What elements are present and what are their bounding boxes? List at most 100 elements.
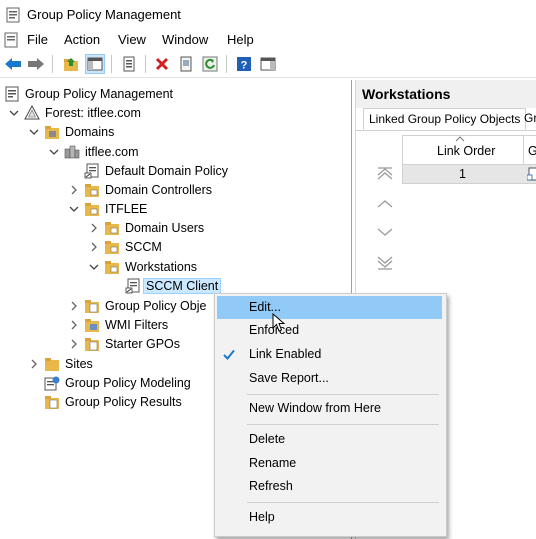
toolbar-separator: [145, 55, 146, 73]
column-header-link-order[interactable]: Link Order: [437, 144, 495, 158]
checkmark-icon: [223, 349, 235, 360]
ou-folder-icon: [105, 260, 119, 274]
tree-label: Domain Users: [125, 220, 205, 235]
menu-view[interactable]: View: [115, 31, 149, 48]
ou-folder-icon: [85, 202, 99, 216]
menu-item-delete[interactable]: Delete: [217, 428, 442, 451]
menu-item-enforced[interactable]: Enforced: [217, 319, 442, 342]
menu-file[interactable]: File: [24, 31, 51, 48]
move-up-icon[interactable]: [376, 196, 394, 212]
tree-item-sites[interactable]: Sites: [28, 354, 93, 373]
chevron-right-icon[interactable]: [68, 338, 80, 350]
tree-item-domains[interactable]: Domains: [28, 122, 114, 141]
show-hide-tree-icon: [87, 57, 103, 71]
menu-item-rename[interactable]: Rename: [217, 452, 442, 475]
link-order-cell: 1: [459, 167, 466, 181]
menu-item-label: Save Report...: [249, 371, 329, 385]
domain-icon: [64, 145, 80, 158]
toolbar-separator: [52, 55, 53, 73]
tree-item-sccm[interactable]: SCCM: [88, 237, 162, 256]
tree-label: Domain Controllers: [105, 182, 212, 197]
export-list-button[interactable]: [176, 54, 196, 74]
menu-item-refresh[interactable]: Refresh: [217, 475, 442, 498]
tree-label: Domains: [65, 124, 115, 139]
move-down-icon[interactable]: [376, 224, 394, 240]
help-button[interactable]: ?: [234, 54, 254, 74]
tree-item-wmi-filters[interactable]: WMI Filters: [68, 315, 168, 334]
tree-item-gp-modeling[interactable]: Group Policy Modeling: [44, 373, 191, 392]
up-folder-icon: [64, 58, 78, 71]
show-hide-console-tree-button[interactable]: [85, 54, 105, 74]
chevron-right-icon[interactable]: [88, 241, 100, 253]
menu-item-label: New Window from Here: [249, 401, 381, 415]
tree-item-domain-users[interactable]: Domain Users: [88, 218, 204, 237]
tree-item-gp-results[interactable]: Group Policy Results: [44, 392, 182, 411]
delete-button[interactable]: [152, 54, 172, 74]
tree-label: Group Policy Management: [25, 86, 173, 101]
tree-item-domain-controllers[interactable]: Domain Controllers: [68, 180, 212, 199]
tree-item-default-domain-policy[interactable]: Default Domain Policy: [84, 161, 228, 180]
starter-gpo-folder-icon: [85, 337, 99, 351]
context-menu: Edit... Enforced Link Enabled Save Repor…: [214, 293, 447, 537]
menu-item-label: Link Enabled: [249, 347, 322, 361]
tree-item-forest[interactable]: Forest: itflee.com: [8, 103, 141, 122]
window-title: Group Policy Management: [27, 7, 181, 22]
up-one-level-button[interactable]: [61, 54, 81, 74]
refresh-button[interactable]: [200, 54, 220, 74]
menu-item-help[interactable]: Help: [217, 506, 442, 529]
help-icon: ?: [237, 57, 251, 72]
tree-item-gpm-root[interactable]: Group Policy Management: [4, 84, 173, 103]
chevron-right-icon[interactable]: [68, 319, 80, 331]
forest-icon: [24, 104, 40, 119]
table-row[interactable]: 1: [403, 165, 536, 183]
menu-item-save-report[interactable]: Save Report...: [217, 367, 442, 390]
tree-label: Group Policy Obje: [105, 298, 207, 313]
show-action-pane-button[interactable]: [258, 54, 278, 74]
menu-help[interactable]: Help: [224, 31, 257, 48]
tree-item-starter-gpos[interactable]: Starter GPOs: [68, 334, 180, 353]
tree-label: itflee.com: [85, 144, 139, 159]
back-button[interactable]: [3, 54, 23, 74]
menu-bar: File Action View Window Help: [0, 30, 536, 50]
tree-label: Group Policy Results: [65, 394, 182, 409]
column-header-gpo[interactable]: G: [528, 144, 536, 158]
tree-label: Default Domain Policy: [105, 163, 228, 178]
tree-item-group-policy-objects[interactable]: Group Policy Obje: [68, 296, 206, 315]
gpo-folder-icon: [85, 299, 99, 313]
chevron-right-icon[interactable]: [88, 222, 100, 234]
tree-item-domain-itflee[interactable]: itflee.com: [48, 142, 139, 161]
tree-item-itflee-ou[interactable]: ITFLEE: [68, 199, 147, 218]
chevron-down-icon[interactable]: [8, 107, 20, 119]
tree-item-sccm-client[interactable]: SCCM Client: [125, 276, 222, 295]
properties-button[interactable]: [119, 54, 139, 74]
column-divider[interactable]: [523, 136, 524, 164]
menu-item-edit[interactable]: Edit...: [217, 296, 442, 319]
chevron-right-icon[interactable]: [68, 184, 80, 196]
tab-linked-gpos[interactable]: Linked Group Policy Objects: [363, 108, 527, 130]
chevron-down-icon[interactable]: [88, 261, 100, 273]
back-icon: [5, 58, 21, 70]
menu-action[interactable]: Action: [61, 31, 103, 48]
tree-item-workstations[interactable]: Workstations: [88, 257, 197, 276]
chevron-down-icon[interactable]: [48, 146, 60, 158]
gpmc-menu-icon[interactable]: [4, 32, 18, 48]
tree-label: SCCM Client: [142, 277, 222, 294]
toolbar: ?: [0, 51, 536, 78]
show-action-pane-icon: [260, 57, 276, 71]
properties-icon: [123, 56, 135, 72]
gpo-link-icon: [84, 163, 99, 178]
chevron-right-icon[interactable]: [28, 358, 40, 370]
sort-ascending-icon: [455, 136, 465, 142]
move-to-top-icon[interactable]: [376, 166, 394, 182]
chevron-down-icon[interactable]: [68, 203, 80, 215]
forward-button[interactable]: [26, 54, 46, 74]
menu-window[interactable]: Window: [159, 31, 211, 48]
details-header: Workstations: [356, 80, 536, 108]
tab-group-policy-inheritance[interactable]: Gr: [519, 108, 536, 130]
ou-folder-icon: [105, 240, 119, 254]
menu-item-link-enabled[interactable]: Link Enabled: [217, 343, 442, 366]
move-to-bottom-icon[interactable]: [376, 254, 394, 270]
chevron-down-icon[interactable]: [28, 126, 40, 138]
menu-item-new-window[interactable]: New Window from Here: [217, 397, 442, 420]
chevron-right-icon[interactable]: [68, 300, 80, 312]
